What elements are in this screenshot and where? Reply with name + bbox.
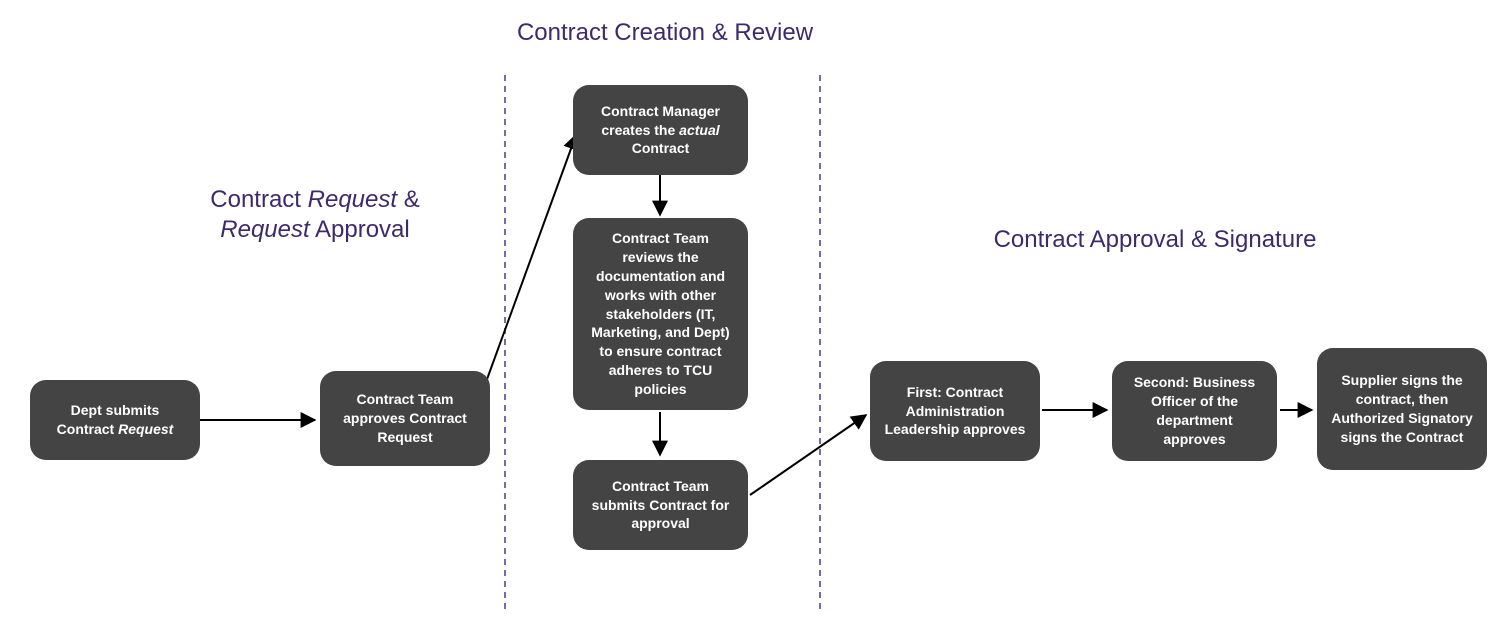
section-title-creation: Contract Creation & Review — [510, 18, 820, 48]
node-supplier-signs: Supplier signs the contract, then Author… — [1317, 348, 1487, 470]
node-first-admin-approves: First: Contract Administration Leadershi… — [870, 361, 1040, 461]
arrow-n5-n6 — [750, 415, 866, 495]
node-team-reviews: Contract Team reviews the documentation … — [573, 218, 748, 410]
section-title-approval: Contract Approval & Signature — [920, 225, 1390, 255]
node-manager-creates: Contract Manager creates the actual Cont… — [573, 85, 748, 175]
node-team-approves-request: Contract Team approves Contract Request — [320, 371, 490, 466]
arrow-n2-n3 — [486, 135, 576, 382]
section-title-request: Contract Request & Request Approval — [155, 185, 475, 245]
node-team-submits-approval: Contract Team submits Contract for appro… — [573, 460, 748, 550]
node-second-bo-approves: Second: Business Officer of the departme… — [1112, 361, 1277, 461]
node-dept-submits: Dept submits Contract Request — [30, 380, 200, 460]
connectors-layer — [0, 0, 1500, 623]
